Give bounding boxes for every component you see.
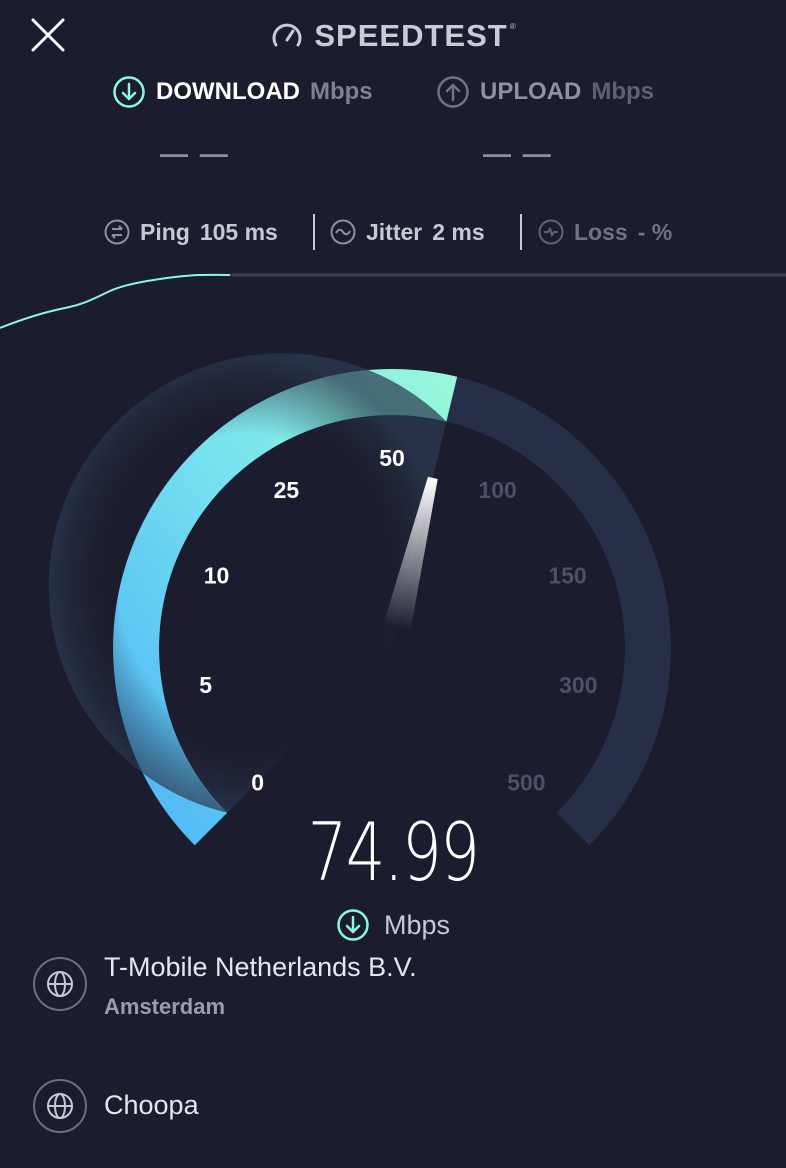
gauge-tick-label: 5 — [199, 672, 212, 698]
jitter-label: Jitter — [366, 218, 423, 245]
ping-icon — [104, 219, 130, 245]
stat-divider — [313, 214, 315, 250]
upload-unit: Mbps — [591, 78, 655, 105]
loss-stat: Loss - % — [538, 208, 672, 256]
isp-provider[interactable]: T-Mobile Netherlands B.V. Amsterdam — [32, 952, 752, 1032]
speedtest-logo: SPEEDTEST ® — [0, 14, 786, 58]
jitter-icon — [330, 219, 356, 245]
download-arrow-icon — [337, 909, 369, 941]
trademark: ® — [509, 22, 516, 31]
gauge-tick-label: 100 — [478, 477, 516, 503]
gauge-tick-label: 0 — [251, 769, 264, 795]
upload-arrow-icon — [437, 76, 469, 108]
download-metric: DOWNLOAD Mbps — [112, 70, 373, 114]
gauge-inner-glow — [48, 353, 447, 813]
loss-label: Loss — [574, 218, 628, 245]
loss-value: - % — [637, 218, 673, 245]
speed-graph — [0, 273, 786, 329]
ping-value: 105 ms — [199, 218, 278, 245]
gauge-tick-label: 500 — [507, 769, 545, 795]
speedometer-icon — [272, 23, 302, 47]
jitter-value: 2 ms — [432, 218, 485, 245]
jitter-stat: Jitter 2 ms — [330, 208, 485, 256]
globe-icon — [33, 957, 87, 1011]
isp-location: Amsterdam — [104, 994, 226, 1019]
download-value: — — — [160, 138, 230, 169]
isp-name: T-Mobile Netherlands B.V. — [104, 952, 417, 982]
download-label: DOWNLOAD — [156, 78, 300, 105]
graph-line — [0, 273, 231, 329]
upload-label: UPLOAD — [480, 78, 582, 105]
globe-icon — [33, 1079, 87, 1133]
brand-name: SPEEDTEST — [314, 18, 508, 53]
speed-gauge: 0 5 10 25 50 100 150 300 500 — [48, 353, 671, 846]
current-speed-unit: Mbps — [0, 900, 786, 950]
download-arrow-icon — [113, 76, 145, 108]
stat-divider — [520, 214, 522, 250]
gauge-tick-label: 10 — [204, 562, 230, 588]
current-speed-value: 74.99 — [307, 806, 480, 899]
gauge-tick-label: 25 — [274, 477, 300, 503]
test-server[interactable]: Choopa — [32, 1076, 752, 1146]
ping-label: Ping — [140, 218, 190, 245]
latency-stats: Ping 105 ms Jitter 2 ms Loss - % — [0, 208, 786, 256]
upload-metric: UPLOAD Mbps — [436, 70, 654, 114]
gauge-tick-label: 300 — [559, 672, 597, 698]
ping-stat: Ping 105 ms — [104, 208, 278, 256]
server-name: Choopa — [104, 1090, 199, 1120]
upload-value: — — — [483, 138, 553, 169]
gauge-tick-label: 150 — [548, 562, 586, 588]
loss-icon — [538, 219, 564, 245]
gauge-tick-label: 50 — [379, 445, 405, 471]
speed-unit-label: Mbps — [383, 909, 451, 940]
download-unit: Mbps — [309, 78, 373, 105]
